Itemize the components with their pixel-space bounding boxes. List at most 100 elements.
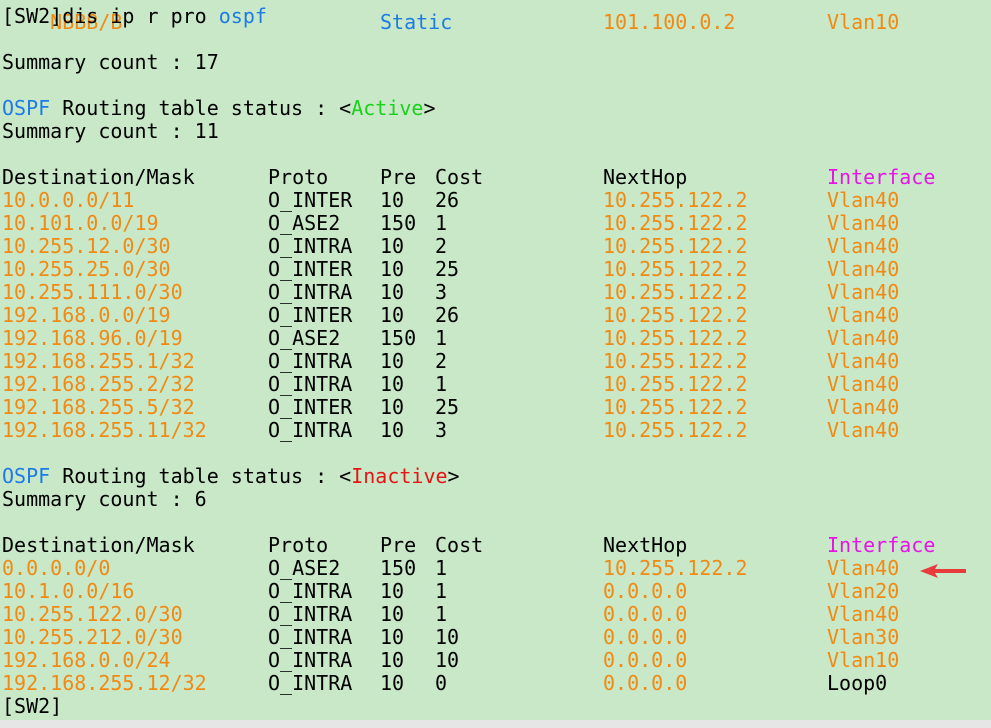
route-interface: Vlan40	[827, 418, 900, 442]
route-protocol: O_INTRA	[268, 349, 353, 373]
route-interface: Vlan40	[827, 303, 900, 327]
route-nexthop: 10.255.122.2	[603, 234, 748, 258]
route-protocol: O_ASE2	[268, 326, 341, 350]
route-preference: 150	[380, 556, 417, 580]
route-preference: 10	[380, 372, 405, 396]
route-protocol: O_INTER	[268, 395, 353, 419]
route-protocol: O_INTRA	[268, 280, 353, 304]
route-cost: 26	[435, 303, 460, 327]
route-row: 0.0.0.0/0 O_ASE2 150 1 10.255.122.2 Vlan40	[2, 557, 991, 580]
route-nexthop: 0.0.0.0	[603, 579, 688, 603]
route-protocol: O_ASE2	[268, 211, 341, 235]
route-destination: 192.168.255.2/32	[2, 372, 195, 396]
status-close: >	[423, 96, 436, 120]
route-protocol: O_INTRA	[268, 602, 353, 626]
route-interface: Vlan40	[827, 326, 900, 350]
route-protocol: O_INTRA	[268, 372, 353, 396]
route-cost: 1	[435, 579, 448, 603]
route-nexthop: 10.255.122.2	[603, 326, 748, 350]
route-destination: 192.168.255.12/32	[2, 671, 207, 695]
route-preference: 10	[380, 671, 405, 695]
route-interface: Vlan40	[827, 211, 900, 235]
route-destination: 10.1.0.0/16	[2, 579, 135, 603]
header-proto: Proto	[268, 533, 329, 557]
route-row: 192.168.255.2/32 O_INTRA 10 1 10.255.122.2 Vl…	[2, 373, 991, 396]
cut-nexthop: 101.100.0.2	[603, 10, 736, 34]
route-cost: 3	[435, 280, 448, 304]
route-row: 10.101.0.0/19 O_ASE2 150 1 10.255.122.2 Vlan4…	[2, 212, 991, 235]
route-nexthop: 0.0.0.0	[603, 648, 688, 672]
route-cost: 1	[435, 602, 448, 626]
route-preference: 10	[380, 648, 405, 672]
route-row: 10.255.111.0/30 O_INTRA 10 3 10.255.122.2 Vla…	[2, 281, 991, 304]
route-preference: 150	[380, 211, 417, 235]
window-bottom-edge	[0, 720, 991, 728]
route-nexthop: 10.255.122.2	[603, 349, 748, 373]
route-interface: Vlan40	[827, 556, 900, 580]
route-interface: Vlan40	[827, 257, 900, 281]
header-interface: Interface	[827, 165, 936, 189]
active-table-header: Destination/Mask Proto Pre Cost NextHop …	[2, 166, 991, 189]
route-row: 10.0.0.0/11 O_INTER 10 26 10.255.122.2 Vlan40	[2, 189, 991, 212]
header-pre: Pre	[380, 165, 417, 189]
route-destination: 192.168.0.0/19	[2, 303, 171, 327]
command-line: [SW2]dis ip r pro ospf	[2, 5, 267, 28]
route-protocol: O_INTRA	[268, 418, 353, 442]
header-interface: Interface	[827, 533, 936, 557]
route-cost: 2	[435, 234, 448, 258]
route-interface: Vlan40	[827, 349, 900, 373]
inactive-status: Inactive	[351, 464, 448, 488]
route-destination: 10.255.12.0/30	[2, 234, 171, 258]
route-cost: 1	[435, 211, 448, 235]
route-interface: Vlan20	[827, 579, 900, 603]
route-cost: 0	[435, 671, 448, 695]
active-summary: Summary count : 11	[2, 119, 219, 143]
route-protocol: O_INTRA	[268, 648, 353, 672]
route-preference: 10	[380, 395, 405, 419]
route-row: 192.168.255.1/32 O_INTRA 10 2 10.255.122.2 Vl…	[2, 350, 991, 373]
route-destination: 192.168.0.0/24	[2, 648, 171, 672]
route-preference: 10	[380, 234, 405, 258]
route-cost: 10	[435, 625, 460, 649]
route-row: 192.168.255.12/32 O_INTRA 10 0 0.0.0.0 Loop0	[2, 672, 991, 695]
route-protocol: O_INTRA	[268, 671, 353, 695]
terminal-window[interactable]: NBBB/B Static 101.100.0.2 Vlan10 [SW2]dis i…	[2, 0, 991, 728]
route-cost: 1	[435, 372, 448, 396]
prompt-line[interactable]: [SW2]	[2, 695, 62, 718]
route-destination: 10.255.122.0/30	[2, 602, 183, 626]
route-nexthop: 10.255.122.2	[603, 280, 748, 304]
route-row: 10.255.12.0/30 O_INTRA 10 2 10.255.122.2 Vlan…	[2, 235, 991, 258]
route-nexthop: 10.255.122.2	[603, 395, 748, 419]
route-protocol: O_INTRA	[268, 579, 353, 603]
route-destination: 192.168.255.5/32	[2, 395, 195, 419]
route-cost: 25	[435, 257, 460, 281]
route-nexthop: 10.255.122.2	[603, 372, 748, 396]
header-cost: Cost	[435, 533, 484, 557]
route-row: 192.168.0.0/24 O_INTRA 10 10 0.0.0.0 Vlan10	[2, 649, 991, 672]
route-protocol: O_INTRA	[268, 625, 353, 649]
command-prefix: [SW2]dis ip r pro	[2, 4, 219, 28]
route-cost: 3	[435, 418, 448, 442]
route-nexthop: 10.255.122.2	[603, 257, 748, 281]
route-interface: Vlan40	[827, 234, 900, 258]
route-row: 192.168.96.0/19 O_ASE2 150 1 10.255.122.2 Vla…	[2, 327, 991, 350]
route-interface: Vlan40	[827, 602, 900, 626]
inactive-status-line: OSPF Routing table status : <Inactive>	[2, 465, 460, 488]
route-protocol: O_ASE2	[268, 556, 341, 580]
route-nexthop: 0.0.0.0	[603, 671, 688, 695]
header-proto: Proto	[268, 165, 329, 189]
ospf-label: OSPF	[2, 464, 51, 488]
header-dest: Destination/Mask	[2, 165, 195, 189]
route-destination: 10.0.0.0/11	[2, 188, 135, 212]
header-dest: Destination/Mask	[2, 533, 195, 557]
route-nexthop: 10.255.122.2	[603, 556, 748, 580]
active-status-line: OSPF Routing table status : <Active>	[2, 97, 436, 120]
route-nexthop: 10.255.122.2	[603, 303, 748, 327]
route-interface: Vlan40	[827, 280, 900, 304]
status-close: >	[447, 464, 460, 488]
route-preference: 10	[380, 625, 405, 649]
route-preference: 10	[380, 602, 405, 626]
ospf-label: OSPF	[2, 96, 51, 120]
route-protocol: O_INTER	[268, 188, 353, 212]
route-destination: 192.168.255.11/32	[2, 418, 207, 442]
